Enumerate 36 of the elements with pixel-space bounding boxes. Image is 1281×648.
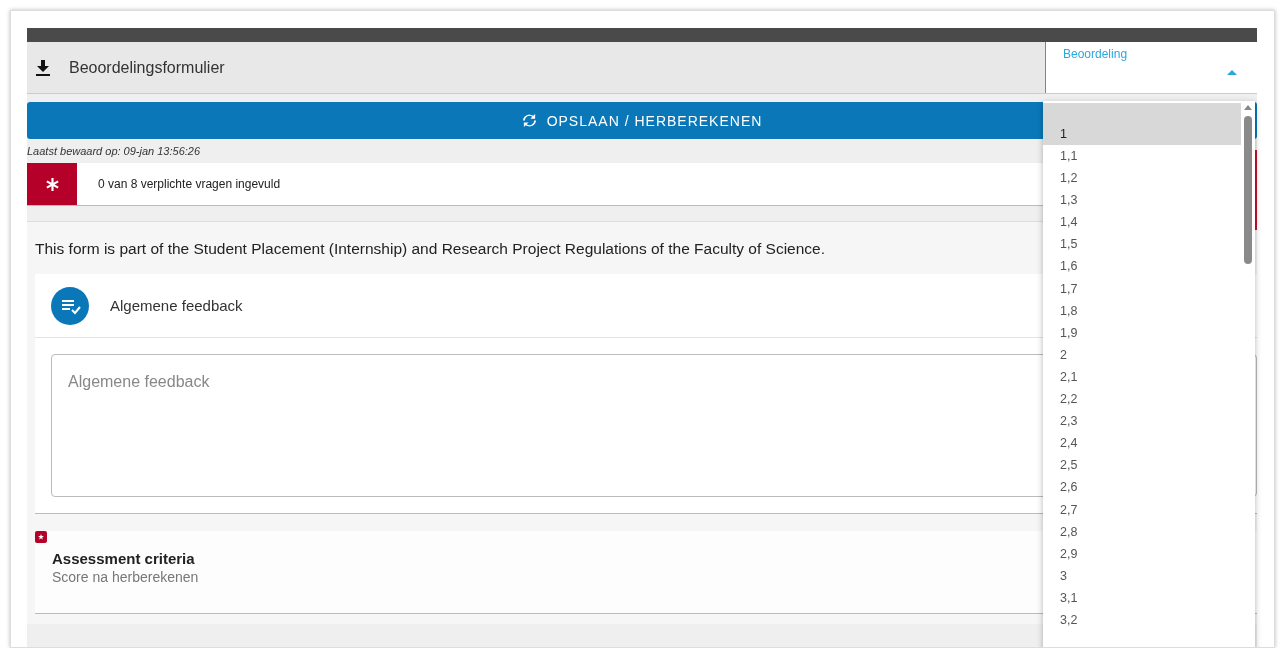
grade-option[interactable]: 2,4 — [1043, 432, 1241, 455]
grade-option[interactable]: 1,3 — [1043, 189, 1241, 212]
grade-option[interactable]: 3 — [1043, 564, 1241, 587]
scrollbar-thumb[interactable] — [1244, 116, 1252, 264]
grade-option[interactable]: 2,1 — [1043, 365, 1241, 389]
intro-text: This form is part of the Student Placement (Internship) and Research Project Regulations of the Faculty of Science. — [35, 240, 826, 258]
grade-option[interactable]: 3,1 — [1043, 586, 1241, 609]
card-title: Algemene feedback — [110, 297, 243, 314]
grade-option[interactable]: 2,3 — [1043, 410, 1241, 433]
scroll-up-icon[interactable] — [1244, 105, 1252, 110]
sync-icon — [521, 113, 537, 128]
grade-option[interactable]: 2,2 — [1043, 388, 1241, 411]
grade-option[interactable]: 2,6 — [1043, 476, 1241, 499]
grade-option[interactable]: 1,4 — [1043, 211, 1241, 234]
section-subtitle: Score na herberekenen — [52, 569, 199, 585]
grade-option[interactable]: 1,8 — [1043, 299, 1241, 322]
grade-option[interactable]: 2,5 — [1043, 454, 1241, 477]
section-title: Assessment criteria — [52, 550, 195, 567]
checklist-icon — [51, 286, 89, 325]
last-saved-text: Laatst bewaard op: 09-jan 13:56:26 — [27, 145, 201, 158]
grade-option[interactable]: 1,6 — [1043, 255, 1241, 278]
form-title: Beoordelingsformulier — [69, 58, 226, 77]
grade-option[interactable]: 1,5 — [1043, 233, 1241, 256]
grade-option[interactable]: 1,1 — [1043, 145, 1241, 168]
grade-option[interactable]: 3,2 — [1043, 608, 1241, 632]
grade-option[interactable]: 1,7 — [1043, 277, 1241, 300]
grade-option[interactable]: 1,2 — [1043, 167, 1241, 190]
asterisk-icon — [45, 177, 59, 191]
grade-option[interactable]: 1 — [1043, 103, 1241, 145]
required-count-text: 0 van 8 verplichte vragen ingevuld — [98, 177, 281, 191]
download-icon[interactable] — [36, 59, 50, 76]
grade-option[interactable]: 2,7 — [1043, 498, 1241, 521]
grade-option[interactable]: 2,8 — [1043, 520, 1241, 543]
caret-icon — [1227, 70, 1237, 75]
grade-option[interactable]: 1,9 — [1043, 321, 1241, 344]
grade-option[interactable]: 2,9 — [1043, 542, 1241, 565]
